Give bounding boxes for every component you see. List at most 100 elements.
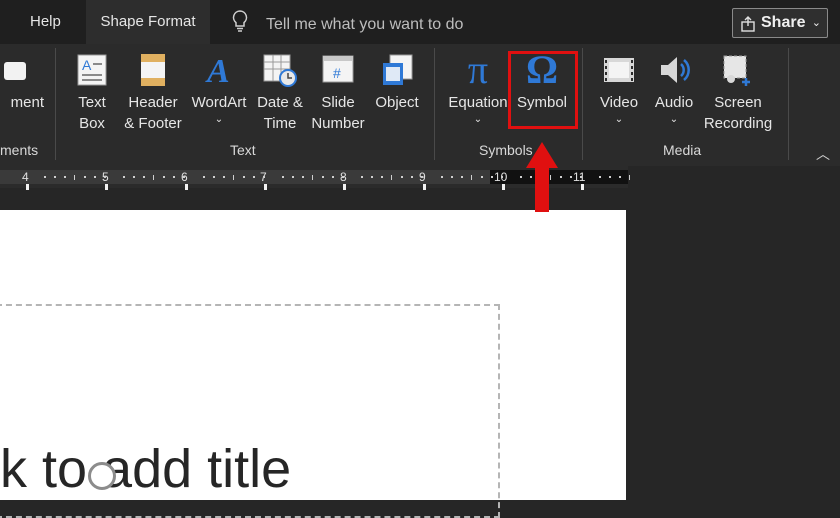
ribbon: ment ments A Text Box Header & Footer A … <box>0 44 840 166</box>
ruler-dot <box>421 176 423 178</box>
ruler-dot <box>203 176 205 178</box>
ruler-dot <box>64 176 66 178</box>
ruler-dot <box>123 176 125 178</box>
video-button[interactable]: Video ⌄ <box>594 44 644 127</box>
ribbon-button-label: Date & <box>257 94 303 111</box>
date-time-icon <box>252 52 308 88</box>
date-time-button[interactable]: Date & Time <box>252 44 308 134</box>
ruler-dot <box>213 176 215 178</box>
ribbon-button-label: Recording <box>703 115 773 132</box>
tab-help[interactable]: Help <box>30 0 61 44</box>
ruler-dot <box>371 176 373 178</box>
audio-button[interactable]: Audio ⌄ <box>648 44 700 127</box>
group-label-text: Text <box>230 142 256 158</box>
ruler-tick <box>74 175 75 180</box>
ruler-dot <box>253 176 255 178</box>
svg-text:#: # <box>333 65 341 81</box>
chevron-up-icon[interactable]: ︿ <box>816 144 830 164</box>
slide-number-icon: # <box>308 52 368 88</box>
share-button[interactable]: Share ⌄ <box>732 8 828 38</box>
ruler-tick <box>471 175 472 180</box>
ruler-dot <box>570 176 572 178</box>
ruler-dot <box>599 176 601 178</box>
ruler-dot <box>491 176 493 178</box>
ruler-number: 4 <box>22 170 29 184</box>
ruler-dot <box>292 176 294 178</box>
partial-ribbon-button[interactable]: ment <box>0 44 44 113</box>
ruler-dot <box>381 176 383 178</box>
ruler-dot <box>302 176 304 178</box>
group-divider <box>434 48 435 160</box>
ruler-dot <box>481 176 483 178</box>
group-label-partial: ments <box>0 142 39 158</box>
ruler-dot <box>163 176 165 178</box>
ribbon-button-label: Header <box>128 94 178 111</box>
ruler-dot <box>520 176 522 178</box>
chevron-down-icon: ⌄ <box>614 114 624 125</box>
ruler-dot <box>451 176 453 178</box>
ribbon-button-label: Time <box>263 115 297 132</box>
ruler-dot <box>223 176 225 178</box>
ribbon-button-label: ment <box>10 94 44 111</box>
screen-recording-icon <box>700 52 776 88</box>
chevron-down-icon: ⌄ <box>473 114 483 125</box>
rotate-handle-icon[interactable] <box>88 462 116 490</box>
tab-shape-format[interactable]: Shape Format <box>86 0 210 44</box>
audio-icon <box>648 52 700 88</box>
pi-icon: π <box>467 47 489 92</box>
symbol-highlight-box <box>508 51 578 129</box>
group-divider <box>582 48 583 160</box>
ruler-dot <box>173 176 175 178</box>
ruler-tick <box>153 175 154 180</box>
ruler-dot <box>263 176 265 178</box>
ruler-dot <box>94 176 96 178</box>
svg-text:A: A <box>205 53 230 88</box>
ruler-dot <box>143 176 145 178</box>
ruler-dot <box>501 176 503 178</box>
chevron-down-icon: ⌄ <box>669 114 679 125</box>
ribbon-button-label: Audio <box>654 94 694 111</box>
title-placeholder-text[interactable]: k to add title <box>0 438 291 500</box>
wordart-button[interactable]: A WordArt ⌄ <box>187 44 251 127</box>
video-icon <box>594 52 644 88</box>
ribbon-button-label: Text <box>78 94 106 111</box>
ribbon-button-label: Object <box>375 94 419 111</box>
group-label-media: Media <box>663 142 702 158</box>
red-arrow-icon <box>524 140 560 219</box>
ruler-dot <box>282 176 284 178</box>
ribbon-button-label: Screen <box>714 94 762 111</box>
ruler-tick <box>629 175 630 180</box>
ribbon-button-label: Video <box>599 94 639 111</box>
slide-number-button[interactable]: # Slide Number <box>308 44 368 134</box>
ruler-dot <box>461 176 463 178</box>
ruler-dot <box>361 176 363 178</box>
ruler-dot <box>332 176 334 178</box>
text-box-button[interactable]: A Text Box <box>66 44 118 134</box>
chevron-down-icon: ⌄ <box>214 114 224 125</box>
ruler-tick <box>233 175 234 180</box>
tell-me-search[interactable]: Tell me what you want to do <box>232 10 463 34</box>
ribbon-button-label: Number <box>311 115 365 132</box>
group-divider <box>55 48 56 160</box>
ribbon-button-label: WordArt <box>191 94 247 111</box>
wordart-icon: A <box>187 52 251 90</box>
ribbon-tab-bar: Help Shape Format Tell me what you want … <box>0 0 840 44</box>
ruler-dot <box>441 176 443 178</box>
equation-button[interactable]: π Equation ⌄ <box>444 44 512 127</box>
header-footer-icon <box>120 52 186 88</box>
header-footer-button[interactable]: Header & Footer <box>120 44 186 134</box>
tell-me-placeholder: Tell me what you want to do <box>266 16 464 34</box>
ruler-dot <box>322 176 324 178</box>
ruler-dot <box>183 176 185 178</box>
comment-icon <box>0 52 44 88</box>
group-divider <box>788 48 789 160</box>
share-label: Share <box>761 14 806 31</box>
share-icon <box>741 14 757 42</box>
object-icon <box>370 52 424 88</box>
ruler-dot <box>560 176 562 178</box>
object-button[interactable]: Object <box>370 44 424 113</box>
ruler-dot <box>84 176 86 178</box>
screen-recording-button[interactable]: Screen Recording <box>700 44 776 134</box>
svg-text:A: A <box>82 57 92 73</box>
ribbon-button-label: Box <box>79 115 105 132</box>
